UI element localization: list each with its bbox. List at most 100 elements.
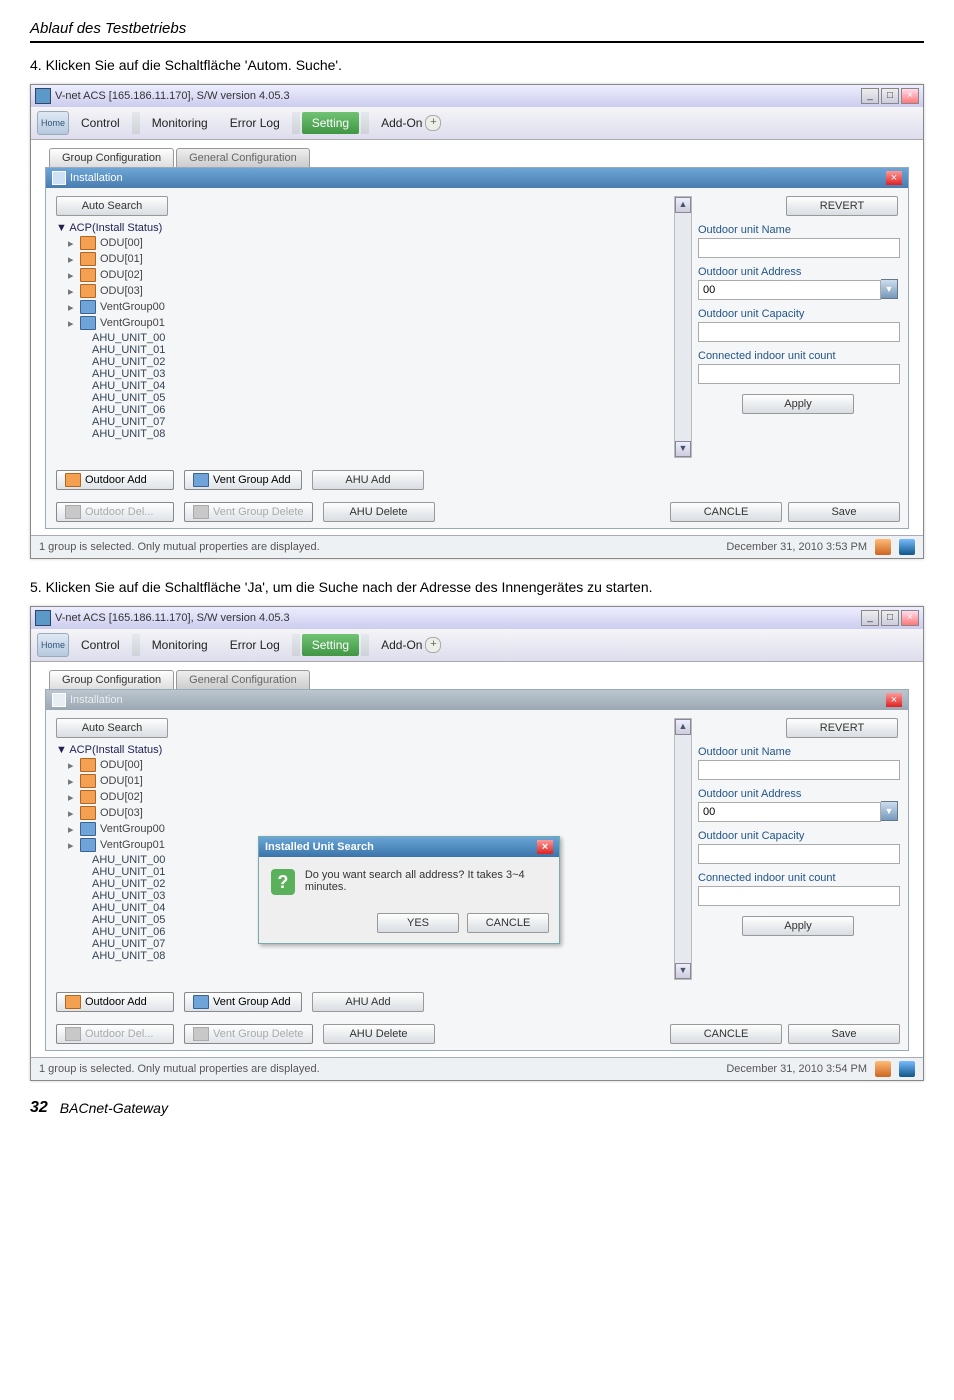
minimize-icon[interactable]: _ xyxy=(861,88,879,104)
vent-add-button[interactable]: Vent Group Add xyxy=(184,992,302,1012)
vent-add-button[interactable]: Vent Group Add xyxy=(184,470,302,490)
close-icon[interactable]: × xyxy=(901,610,919,626)
scrollbar[interactable]: ▲ ▼ xyxy=(674,196,692,458)
tray-icon[interactable] xyxy=(899,1061,915,1077)
panel-close-icon[interactable]: × xyxy=(886,171,902,185)
tree-item[interactable]: VentGroup01 xyxy=(100,317,165,329)
nav-errorlog[interactable]: Error Log xyxy=(220,112,290,134)
ahu-add-button[interactable]: AHU Add xyxy=(312,992,424,1012)
scroll-up-icon[interactable]: ▲ xyxy=(675,197,691,213)
nav-setting[interactable]: Setting xyxy=(302,112,359,134)
tree-leaf[interactable]: AHU_UNIT_07 xyxy=(92,416,216,428)
input-capacity[interactable] xyxy=(698,322,900,342)
tab-group[interactable]: Group Configuration xyxy=(49,670,174,689)
input-address[interactable]: 00 xyxy=(698,280,881,300)
outdoor-del-button[interactable]: Outdoor Del... xyxy=(56,502,174,522)
scroll-down-icon[interactable]: ▼ xyxy=(675,441,691,457)
dialog-close-icon[interactable]: × xyxy=(537,840,553,854)
tree-item[interactable]: VentGroup01 xyxy=(100,839,165,851)
tree-leaf[interactable]: AHU_UNIT_00 xyxy=(92,332,216,344)
auto-search-button[interactable]: Auto Search xyxy=(56,718,168,738)
revert-button[interactable]: REVERT xyxy=(786,718,898,738)
nav-monitoring[interactable]: Monitoring xyxy=(142,112,218,134)
tree-item[interactable]: VentGroup00 xyxy=(100,301,165,313)
tree-item[interactable]: ODU[03] xyxy=(100,807,143,819)
tab-general[interactable]: General Configuration xyxy=(176,148,310,167)
tree-item[interactable]: ODU[00] xyxy=(100,237,143,249)
tree-leaf[interactable]: AHU_UNIT_03 xyxy=(92,368,216,380)
vent-del-button[interactable]: Vent Group Delete xyxy=(184,502,313,522)
apply-button[interactable]: Apply xyxy=(742,394,854,414)
tree-item[interactable]: VentGroup00 xyxy=(100,823,165,835)
tree-leaf[interactable]: AHU_UNIT_02 xyxy=(92,878,216,890)
auto-search-button[interactable]: Auto Search xyxy=(56,196,168,216)
tree-leaf[interactable]: AHU_UNIT_07 xyxy=(92,938,216,950)
nav-errorlog[interactable]: Error Log xyxy=(220,634,290,656)
maximize-icon[interactable]: □ xyxy=(881,610,899,626)
tree-leaf[interactable]: AHU_UNIT_01 xyxy=(92,866,216,878)
tree-item[interactable]: ODU[01] xyxy=(100,775,143,787)
cancel-button[interactable]: CANCLE xyxy=(670,1024,782,1044)
outdoor-add-button[interactable]: Outdoor Add xyxy=(56,992,174,1012)
save-button[interactable]: Save xyxy=(788,502,900,522)
tree-leaf[interactable]: AHU_UNIT_05 xyxy=(92,392,216,404)
vent-del-button[interactable]: Vent Group Delete xyxy=(184,1024,313,1044)
ahu-del-button[interactable]: AHU Delete xyxy=(323,502,435,522)
outdoor-del-button[interactable]: Outdoor Del... xyxy=(56,1024,174,1044)
tree-item[interactable]: ODU[02] xyxy=(100,269,143,281)
dialog-cancel-button[interactable]: CANCLE xyxy=(467,913,549,933)
nav-home[interactable]: Home xyxy=(37,111,69,135)
ahu-add-button[interactable]: AHU Add xyxy=(312,470,424,490)
nav-addon[interactable]: Add-On+ xyxy=(371,634,451,656)
scrollbar[interactable]: ▲ ▼ xyxy=(674,718,692,980)
nav-control[interactable]: Control xyxy=(71,634,130,656)
ahu-del-button[interactable]: AHU Delete xyxy=(323,1024,435,1044)
dropdown-icon[interactable]: ▼ xyxy=(881,801,898,821)
tab-general[interactable]: General Configuration xyxy=(176,670,310,689)
save-button[interactable]: Save xyxy=(788,1024,900,1044)
tab-group[interactable]: Group Configuration xyxy=(49,148,174,167)
tree-root[interactable]: ▼ ACP(Install Status) xyxy=(56,222,216,234)
nav-control[interactable]: Control xyxy=(71,112,130,134)
tree-leaf[interactable]: AHU_UNIT_04 xyxy=(92,902,216,914)
outdoor-add-button[interactable]: Outdoor Add xyxy=(56,470,174,490)
tree-leaf[interactable]: AHU_UNIT_06 xyxy=(92,404,216,416)
revert-button[interactable]: REVERT xyxy=(786,196,898,216)
tree-item[interactable]: ODU[01] xyxy=(100,253,143,265)
input-connected[interactable] xyxy=(698,364,900,384)
tree-leaf[interactable]: AHU_UNIT_00 xyxy=(92,854,216,866)
tree-leaf[interactable]: AHU_UNIT_06 xyxy=(92,926,216,938)
tree-item[interactable]: ODU[02] xyxy=(100,791,143,803)
input-name[interactable] xyxy=(698,760,900,780)
scroll-down-icon[interactable]: ▼ xyxy=(675,963,691,979)
input-capacity[interactable] xyxy=(698,844,900,864)
tree-item[interactable]: ODU[00] xyxy=(100,759,143,771)
input-name[interactable] xyxy=(698,238,900,258)
cancel-button[interactable]: CANCLE xyxy=(670,502,782,522)
panel-close-icon[interactable]: × xyxy=(886,693,902,707)
tree-leaf[interactable]: AHU_UNIT_08 xyxy=(92,950,216,962)
nav-addon[interactable]: Add-On+ xyxy=(371,112,451,134)
tray-icon[interactable] xyxy=(875,539,891,555)
tree-leaf[interactable]: AHU_UNIT_01 xyxy=(92,344,216,356)
tree-leaf[interactable]: AHU_UNIT_08 xyxy=(92,428,216,440)
input-connected[interactable] xyxy=(698,886,900,906)
input-address[interactable]: 00 xyxy=(698,802,881,822)
apply-button[interactable]: Apply xyxy=(742,916,854,936)
maximize-icon[interactable]: □ xyxy=(881,88,899,104)
scroll-up-icon[interactable]: ▲ xyxy=(675,719,691,735)
nav-monitoring[interactable]: Monitoring xyxy=(142,634,218,656)
tree-leaf[interactable]: AHU_UNIT_05 xyxy=(92,914,216,926)
tree-leaf[interactable]: AHU_UNIT_03 xyxy=(92,890,216,902)
dropdown-icon[interactable]: ▼ xyxy=(881,279,898,299)
tree-root[interactable]: ▼ ACP(Install Status) xyxy=(56,744,216,756)
nav-setting[interactable]: Setting xyxy=(302,634,359,656)
minimize-icon[interactable]: _ xyxy=(861,610,879,626)
close-icon[interactable]: × xyxy=(901,88,919,104)
tray-icon[interactable] xyxy=(899,539,915,555)
tree-item[interactable]: ODU[03] xyxy=(100,285,143,297)
tray-icon[interactable] xyxy=(875,1061,891,1077)
tree-leaf[interactable]: AHU_UNIT_02 xyxy=(92,356,216,368)
nav-home[interactable]: Home xyxy=(37,633,69,657)
dialog-yes-button[interactable]: YES xyxy=(377,913,459,933)
